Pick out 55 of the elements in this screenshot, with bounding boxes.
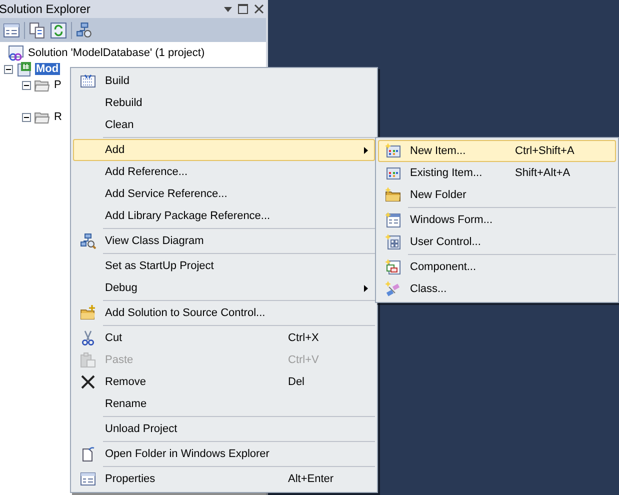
new-folder-icon: [385, 187, 401, 203]
collapse-icon[interactable]: [22, 80, 31, 90]
maximize-icon[interactable]: [238, 4, 248, 14]
menu-item[interactable]: Set as StartUp Project: [73, 255, 375, 277]
new-item-icon: [385, 143, 401, 159]
properties-icon[interactable]: [3, 22, 20, 38]
solution-icon: [8, 45, 24, 61]
build-icon: [80, 73, 96, 89]
item-grid-icon: [385, 165, 401, 181]
close-icon[interactable]: [254, 4, 264, 14]
menu-item[interactable]: Windows Form...: [378, 209, 616, 231]
document-arrow-icon: [80, 446, 96, 462]
collapse-icon[interactable]: [4, 64, 13, 74]
class-icon: [385, 281, 401, 297]
menu-item[interactable]: Add Solution to Source Control...: [73, 302, 375, 324]
scissors-icon: [80, 330, 96, 346]
menu-item[interactable]: Properties Alt+Enter: [73, 468, 375, 490]
menu-item[interactable]: User Control...: [378, 231, 616, 253]
menu-item[interactable]: Rebuild: [73, 92, 375, 114]
tree-item[interactable]: P: [53, 79, 62, 91]
diagram-icon[interactable]: [76, 22, 93, 38]
menu-item[interactable]: New Item... Ctrl+Shift+A: [378, 140, 616, 162]
menu-item[interactable]: Remove Del: [73, 371, 375, 393]
paste-icon: [80, 352, 96, 368]
tree-item[interactable]: Solution 'ModelDatabase' (1 project): [27, 47, 206, 59]
menu-item[interactable]: Add Service Reference...: [73, 183, 375, 205]
menu-item[interactable]: New Folder: [378, 184, 616, 206]
collapse-icon[interactable]: [22, 112, 31, 122]
menu-item[interactable]: Component...: [378, 256, 616, 278]
menu-item[interactable]: Add Library Package Reference...: [73, 205, 375, 227]
x-icon: [80, 374, 96, 390]
diagram-icon: [80, 233, 96, 249]
properties-icon: [80, 471, 96, 487]
dropdown-icon[interactable]: [224, 6, 232, 12]
project-icon: [16, 61, 32, 77]
menu-item[interactable]: Class...: [378, 278, 616, 300]
menu-item[interactable]: Existing Item... Shift+Alt+A: [378, 162, 616, 184]
folder-add-icon: [80, 305, 96, 321]
menu-item[interactable]: Debug: [73, 277, 375, 299]
documents-icon[interactable]: [29, 22, 46, 38]
menu-item[interactable]: Add Reference...: [73, 161, 375, 183]
menu-item[interactable]: Clean: [73, 114, 375, 136]
tree-item[interactable]: R: [53, 111, 63, 123]
menu-item[interactable]: View Class Diagram: [73, 230, 375, 252]
menu-item[interactable]: Cut Ctrl+X: [73, 327, 375, 349]
control-icon: [385, 234, 401, 250]
menu-item[interactable]: Unload Project: [73, 418, 375, 440]
menu-item[interactable]: Open Folder in Windows Explorer: [73, 443, 375, 465]
menu-item[interactable]: Add: [73, 139, 375, 161]
component-icon: [385, 259, 401, 275]
form-icon: [385, 212, 401, 228]
menu-item[interactable]: Build: [73, 70, 375, 92]
tree-item[interactable]: Mod: [35, 63, 60, 75]
menu-item[interactable]: Rename: [73, 393, 375, 415]
refresh-icon[interactable]: [50, 22, 67, 38]
